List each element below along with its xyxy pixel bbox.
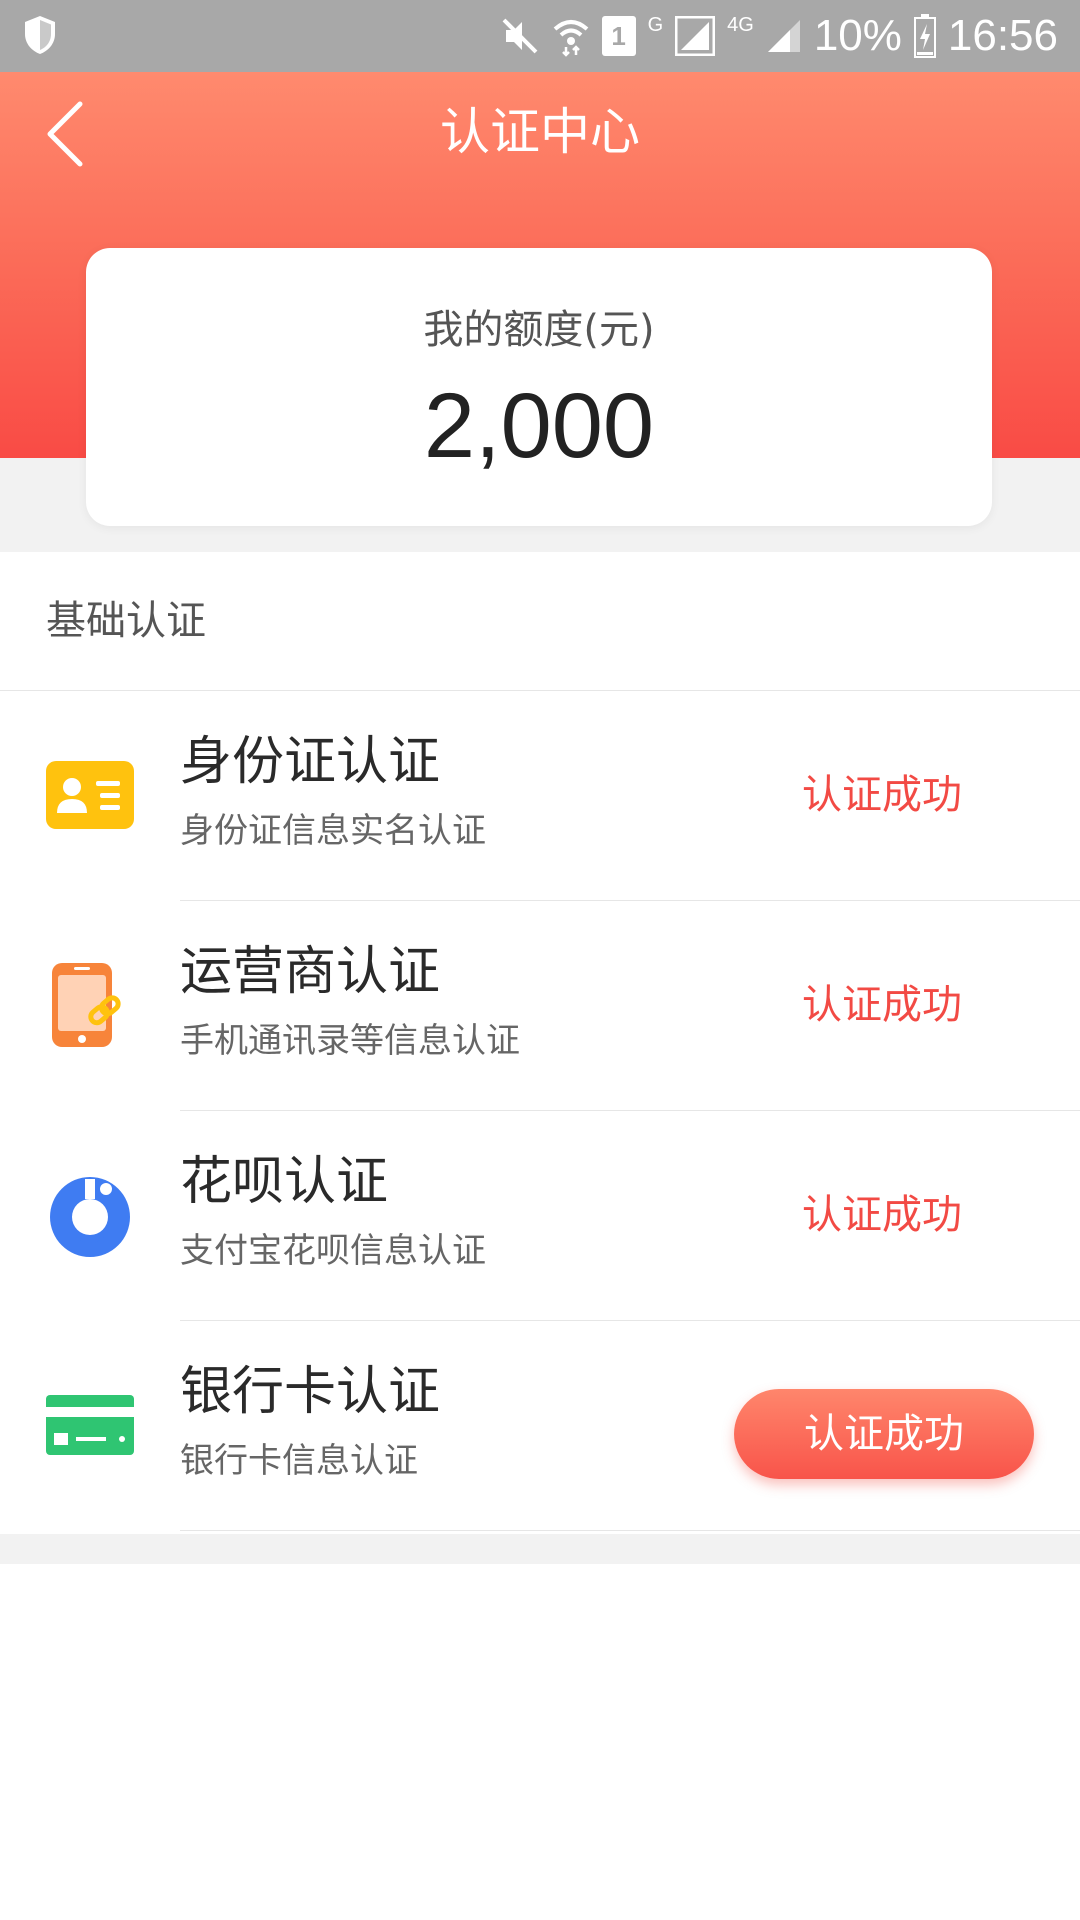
divider xyxy=(180,1530,1080,1531)
item-name: 身份证认证 xyxy=(180,732,441,792)
list-item-carrier[interactable]: 运营商认证 手机通讯录等信息认证 认证成功 xyxy=(0,901,1080,1111)
status-text[interactable]: 认证成功 xyxy=(802,1187,962,1243)
bank-card-icon xyxy=(46,1395,134,1455)
status-bar: 1 G 4G 10% 16:56 xyxy=(0,0,1080,72)
item-desc: 身份证信息实名认证 xyxy=(180,811,486,851)
page-title: 认证中心 xyxy=(440,103,640,161)
signal-icon xyxy=(675,16,716,56)
signal-icon xyxy=(767,20,800,52)
list-item-huabei[interactable]: 花呗认证 支付宝花呗信息认证 认证成功 xyxy=(0,1111,1080,1321)
mute-icon xyxy=(502,18,537,54)
network-4g-label: 4G xyxy=(727,14,754,36)
item-name: 银行卡认证 xyxy=(180,1362,441,1422)
sim-icon: 1 xyxy=(601,16,636,56)
basic-auth-section: 基础认证 身份证认证 身份证信息实名认证 认证成功 运营商认证 手机通讯录等信息… xyxy=(0,552,1080,1531)
list-item-bank-card[interactable]: 银行卡认证 银行卡信息认证 认证成功 xyxy=(0,1321,1080,1531)
battery-percent: 10% xyxy=(813,11,902,60)
bottom-band xyxy=(0,1534,1080,1564)
quota-card: 我的额度(元) 2,000 xyxy=(86,248,992,526)
clock: 16:56 xyxy=(947,11,1058,60)
shield-icon xyxy=(25,16,55,54)
huabei-icon xyxy=(50,1177,130,1257)
status-button[interactable]: 认证成功 xyxy=(734,1389,1034,1479)
quota-label: 我的额度(元) xyxy=(423,307,655,353)
wifi-icon xyxy=(553,20,588,57)
item-name: 花呗认证 xyxy=(180,1152,389,1212)
item-desc: 手机通讯录等信息认证 xyxy=(180,1021,520,1061)
battery-icon xyxy=(913,14,936,58)
network-g-label: G xyxy=(647,14,664,36)
sim-number: 1 xyxy=(611,20,626,51)
item-desc: 银行卡信息认证 xyxy=(180,1441,418,1481)
item-desc: 支付宝花呗信息认证 xyxy=(180,1231,486,1271)
status-bar-right: 1 G 4G 10% 16:56 xyxy=(500,0,1058,72)
status-text[interactable]: 认证成功 xyxy=(802,767,962,823)
phone-icon xyxy=(52,963,121,1047)
status-text[interactable]: 认证成功 xyxy=(802,977,962,1033)
quota-value: 2,000 xyxy=(423,375,655,477)
section-title: 基础认证 xyxy=(0,552,1080,691)
item-name: 运营商认证 xyxy=(180,942,441,1002)
id-card-icon xyxy=(46,761,134,829)
list-item-id-card[interactable]: 身份证认证 身份证信息实名认证 认证成功 xyxy=(0,691,1080,901)
